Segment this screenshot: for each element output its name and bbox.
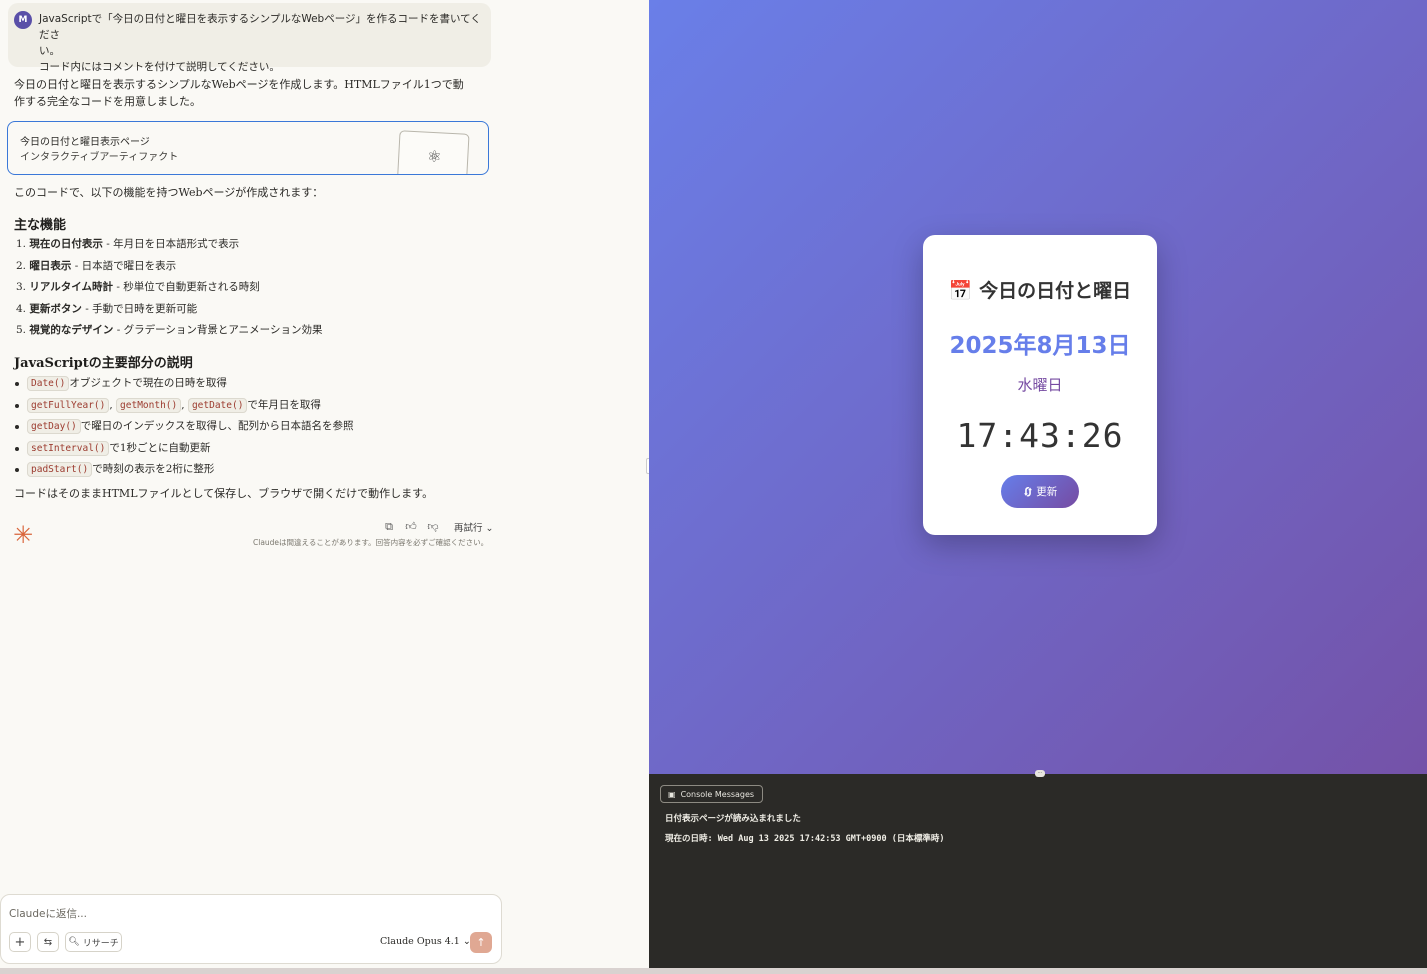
send-button[interactable]: ↑ xyxy=(470,932,492,953)
disclaimer: Claudeは間違えることがあります。回答内容を必ずご確認ください。 xyxy=(253,538,489,547)
artifact-card[interactable]: 今日の日付と曜日表示ページ インタラクティブアーティファクト ⚛ xyxy=(7,121,489,175)
time-display: 17:43:26 xyxy=(956,416,1124,455)
user-message-line3: コード内にはコメントを付けて説明してください。 xyxy=(39,61,280,73)
weekday-display: 水曜日 xyxy=(1017,376,1063,394)
message-actions: ⧉ 👍︎ 👎︎ 再試行 ⌄ xyxy=(382,520,494,534)
tools-button[interactable]: ⇆ xyxy=(37,932,59,952)
calendar-icon: 📅 xyxy=(948,280,973,302)
features-heading: 主な機能 xyxy=(14,218,67,233)
assistant-intro: 今日の日付と曜日を表示するシンプルなWebページを作成します。HTMLファイル1… xyxy=(14,78,464,108)
inline-code: getDate() xyxy=(187,397,248,413)
list-item: padStart() で時刻の表示を2桁に整形 xyxy=(14,460,353,482)
copy-icon[interactable]: ⧉ xyxy=(382,520,396,534)
claude-logo-icon: ✳ xyxy=(12,521,34,549)
artifact-title: 今日の日付と曜日表示ページ xyxy=(20,137,150,148)
inline-code: padStart() xyxy=(27,462,93,477)
user-message-line2: い。 xyxy=(39,45,60,57)
list-item: Date() オブジェクトで現在の日時を取得 xyxy=(14,374,353,396)
chat-pane: M JavaScriptで「今日の日付と曜日を表示するシンプルなWebページ」を… xyxy=(0,0,649,968)
composer: + ⇆ 🔍︎リサーチ Claude Opus 4.1 ⌄ ↑ xyxy=(0,894,502,964)
console-line: 現在の日時: Wed Aug 13 2025 17:42:53 GMT+0900… xyxy=(665,834,945,844)
list-item: getDay() で曜日のインデックスを取得し、配列から日本語名を参照 xyxy=(14,417,353,439)
list-item: 2. 曜日表示 - 日本語で曜日を表示 xyxy=(16,259,177,272)
inline-code: getFullYear() xyxy=(27,397,110,413)
search-icon: 🔍︎ xyxy=(68,937,80,947)
console-icon: ▣ xyxy=(668,789,676,799)
features-intro: このコードで、以下の機能を持つWebページが作成されます： xyxy=(14,186,324,199)
card-title: 📅 今日の日付と曜日 xyxy=(948,280,1132,302)
js-explanation-list: Date() オブジェクトで現在の日時を取得 getFullYear(), get… xyxy=(14,374,353,482)
tab-console-messages[interactable]: ▣ Console Messages xyxy=(660,785,764,803)
retry-button[interactable]: 再試行 ⌄ xyxy=(454,520,494,534)
thumbs-down-icon[interactable]: 👎︎ xyxy=(426,520,440,534)
js-heading: JavaScriptの主要部分の説明 xyxy=(14,356,193,371)
user-avatar[interactable]: M xyxy=(14,11,32,29)
list-item: 3. リアルタイム時計 - 秒単位で自動更新される時刻 xyxy=(16,281,260,293)
artifact-thumbnail: ⚛ xyxy=(396,130,470,174)
research-button[interactable]: 🔍︎ リサーチ xyxy=(65,932,122,952)
features-list: 1. 現在の日付表示 - 年月日を日本語形式で表示 2. 曜日表示 - 日本語で… xyxy=(16,236,322,344)
add-button[interactable]: + xyxy=(9,932,31,952)
list-item: getFullYear(), getMonth(), getDate() で年月日… xyxy=(14,396,353,418)
refresh-icon: 🔄︎ xyxy=(1022,486,1034,499)
inline-code: getDay() xyxy=(27,419,81,434)
date-display: 2025年8月13日 xyxy=(949,333,1131,359)
reply-input[interactable] xyxy=(9,905,479,923)
console-line: 日付表示ページが読み込まれました xyxy=(665,814,801,824)
arrow-up-icon: ↑ xyxy=(476,936,486,949)
user-message-line1: JavaScriptで「今日の日付と曜日を表示するシンプルなWebページ」を作る… xyxy=(39,13,481,41)
console-panel: ⋯ ▣ Console Messages 日付表示ページが読み込まれました 現在の… xyxy=(649,770,1427,968)
closing-text: コードはそのままHTMLファイルとして保存し、ブラウザで開くだけで動作します。 xyxy=(14,487,434,500)
model-selector[interactable]: Claude Opus 4.1 ⌄ xyxy=(380,936,471,947)
list-item: setInterval() で1秒ごとに自動更新 xyxy=(14,439,353,461)
artifact-preview: 📅 今日の日付と曜日 2025年8月13日 水曜日 17:43:26 🔄︎ 更新 xyxy=(649,0,1427,774)
thumbs-up-icon[interactable]: 👍︎ xyxy=(404,520,418,534)
window-bottom-edge xyxy=(0,968,1427,974)
inline-code: setInterval() xyxy=(27,440,110,456)
artifact-subtitle: インタラクティブアーティファクト xyxy=(20,152,179,163)
plus-icon: + xyxy=(14,934,26,950)
list-item: 5. 視覚的なデザイン - グラデーション背景とアニメーション効果 xyxy=(16,324,323,336)
list-item: 4. 更新ボタン - 手動で日時を更新可能 xyxy=(16,302,198,315)
refresh-button[interactable]: 🔄︎ 更新 xyxy=(1001,475,1079,508)
chevron-down-icon: ⌄ xyxy=(485,523,494,534)
atom-icon: ⚛ xyxy=(426,146,442,167)
sliders-icon: ⇆ xyxy=(43,936,53,948)
console-resize-handle[interactable]: ⋯ xyxy=(1035,770,1045,777)
date-card: 📅 今日の日付と曜日 2025年8月13日 水曜日 17:43:26 🔄︎ 更新 xyxy=(923,235,1157,535)
inline-code: getMonth() xyxy=(116,397,182,413)
inline-code: Date() xyxy=(27,376,70,391)
list-item: 1. 現在の日付表示 - 年月日を日本語形式で表示 xyxy=(16,238,240,250)
user-message: M JavaScriptで「今日の日付と曜日を表示するシンプルなWebページ」を… xyxy=(8,3,491,73)
